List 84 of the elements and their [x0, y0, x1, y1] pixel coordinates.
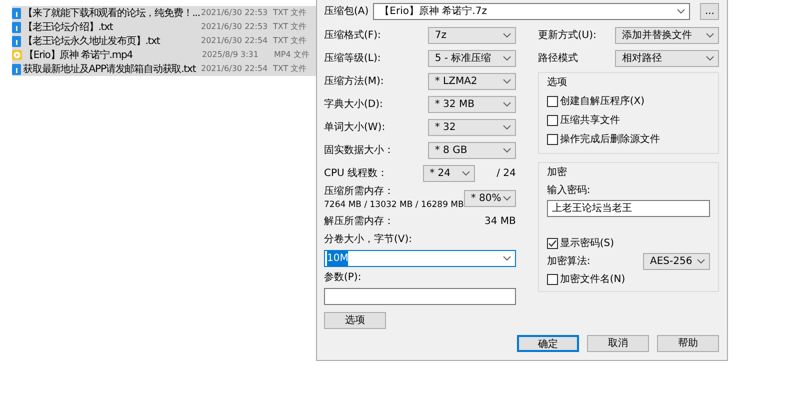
- dropdown[interactable]: * 32 MB: [428, 96, 516, 113]
- checkbox-label: 操作完成后删除源文件: [560, 132, 660, 146]
- chevron-icon: [697, 258, 705, 264]
- field-label: 单词大小(W):: [324, 120, 386, 135]
- field-label: 解压所需内存：: [324, 214, 394, 228]
- file-name[interactable]: 【Erio】原神 希诺宁.mp4: [22, 48, 202, 62]
- file-date: 2025/8/9 3:31: [202, 49, 260, 61]
- chevron-icon: [502, 102, 511, 107]
- dropdown[interactable]: * 8 GB: [428, 142, 516, 159]
- memory-value: 34 MB: [484, 214, 516, 228]
- dropdown[interactable]: 添加并替换文件: [615, 27, 719, 44]
- field-label: 加密算法:: [546, 254, 590, 268]
- play-icon: [12, 50, 22, 60]
- checkbox[interactable]: [546, 96, 558, 106]
- chevron-icon: [706, 56, 714, 61]
- dropdown[interactable]: AES-256: [643, 252, 710, 270]
- checkbox-label: 创建自解压程序(X): [560, 94, 645, 108]
- dialog-button[interactable]: 帮助: [657, 335, 719, 352]
- checkbox-label: 加密文件名(N): [560, 272, 626, 286]
- options-button[interactable]: 选项: [324, 312, 386, 329]
- checkbox[interactable]: [546, 114, 558, 126]
- file-date: 2021/6/30 22:53: [201, 21, 269, 33]
- dropdown[interactable]: 7z: [428, 27, 516, 44]
- dropdown[interactable]: * LZMA2: [428, 73, 516, 90]
- chevron-icon: [502, 79, 511, 84]
- dropdown[interactable]: 相对路径: [615, 50, 719, 67]
- chevron-icon: [462, 171, 470, 176]
- checkbox-label: 压缩共享文件: [560, 114, 620, 128]
- checkbox[interactable]: [546, 238, 558, 248]
- document-icon: [12, 64, 21, 74]
- file-type: TXT 文件: [273, 21, 307, 33]
- chevron-icon: [502, 256, 511, 261]
- file-name[interactable]: 【来了就能下载和观看的论坛，纯免费！...: [21, 6, 201, 20]
- group-title: 加密: [546, 166, 568, 180]
- file-type: TXT 文件: [273, 7, 307, 19]
- field-label: 压缩等级(L):: [324, 52, 381, 66]
- document-icon: [12, 8, 21, 18]
- dropdown[interactable]: * 32: [428, 119, 516, 136]
- file-name[interactable]: 获取最新地址及APP请发邮箱自动获取.txt: [21, 62, 201, 76]
- password-field[interactable]: 上老王论坛当老王: [546, 200, 710, 217]
- archive-label: 压缩包(A): [324, 4, 369, 18]
- field-label: 压缩方法(M):: [324, 74, 384, 89]
- field-label: 更新方式(U):: [538, 28, 596, 43]
- chevron-icon: [502, 148, 511, 153]
- split-size-field[interactable]: 10M: [324, 250, 516, 267]
- browse-button[interactable]: ...: [700, 2, 719, 20]
- chevron-icon: [502, 196, 511, 200]
- file-date: 2021/6/30 22:54: [201, 35, 269, 47]
- field-label: 字典大小(D):: [324, 98, 383, 112]
- file-name[interactable]: 【老王论坛永久地址发布页】.txt: [21, 34, 201, 48]
- field-label: 参数(P):: [324, 270, 362, 285]
- field-label: 固实数据大小：: [324, 144, 394, 158]
- parameters-field[interactable]: [324, 288, 516, 305]
- dropdown[interactable]: * 24: [422, 165, 475, 182]
- chevron-icon: [502, 56, 511, 61]
- dropdown[interactable]: * 80%: [464, 190, 516, 206]
- dialog-button[interactable]: 确定: [517, 335, 579, 352]
- document-icon: [12, 22, 21, 32]
- field-label: 压缩格式(F):: [324, 28, 381, 43]
- file-type: TXT 文件: [273, 63, 307, 75]
- file-date: 2021/6/30 22:53: [201, 7, 269, 19]
- file-type: TXT 文件: [273, 35, 307, 47]
- chevron-icon: [502, 33, 511, 38]
- dropdown[interactable]: 5 - 标准压缩: [428, 50, 516, 67]
- file-name[interactable]: 【老王论坛介绍】.txt: [21, 20, 201, 34]
- chevron-icon: [706, 33, 714, 38]
- field-label: 压缩所需内存：: [324, 184, 395, 200]
- thread-max: / 24: [496, 167, 516, 181]
- checkbox[interactable]: [546, 274, 558, 284]
- field-label: 路径模式: [538, 52, 578, 66]
- file-type: MP4 文件: [274, 49, 310, 61]
- dialog-button[interactable]: 取消: [587, 335, 649, 352]
- field-label: CPU 线程数：: [324, 166, 388, 181]
- chevron-icon: [502, 125, 511, 130]
- file-date: 2021/6/30 22:54: [201, 63, 269, 75]
- checkbox-label: 显示密码(S): [560, 236, 614, 250]
- group-title: 选项: [546, 77, 567, 88]
- document-icon: [12, 36, 21, 46]
- archive-path-field[interactable]: 【Erio】原神 希诺宁.7z: [372, 2, 690, 20]
- chevron-icon: [677, 8, 686, 14]
- checkbox[interactable]: [546, 134, 558, 144]
- field-label: 输入密码:: [546, 184, 592, 198]
- field-label: 分卷大小，字节(V):: [324, 232, 414, 247]
- memory-usage: 7264 MB / 13032 MB / 16289 MB: [324, 199, 464, 212]
